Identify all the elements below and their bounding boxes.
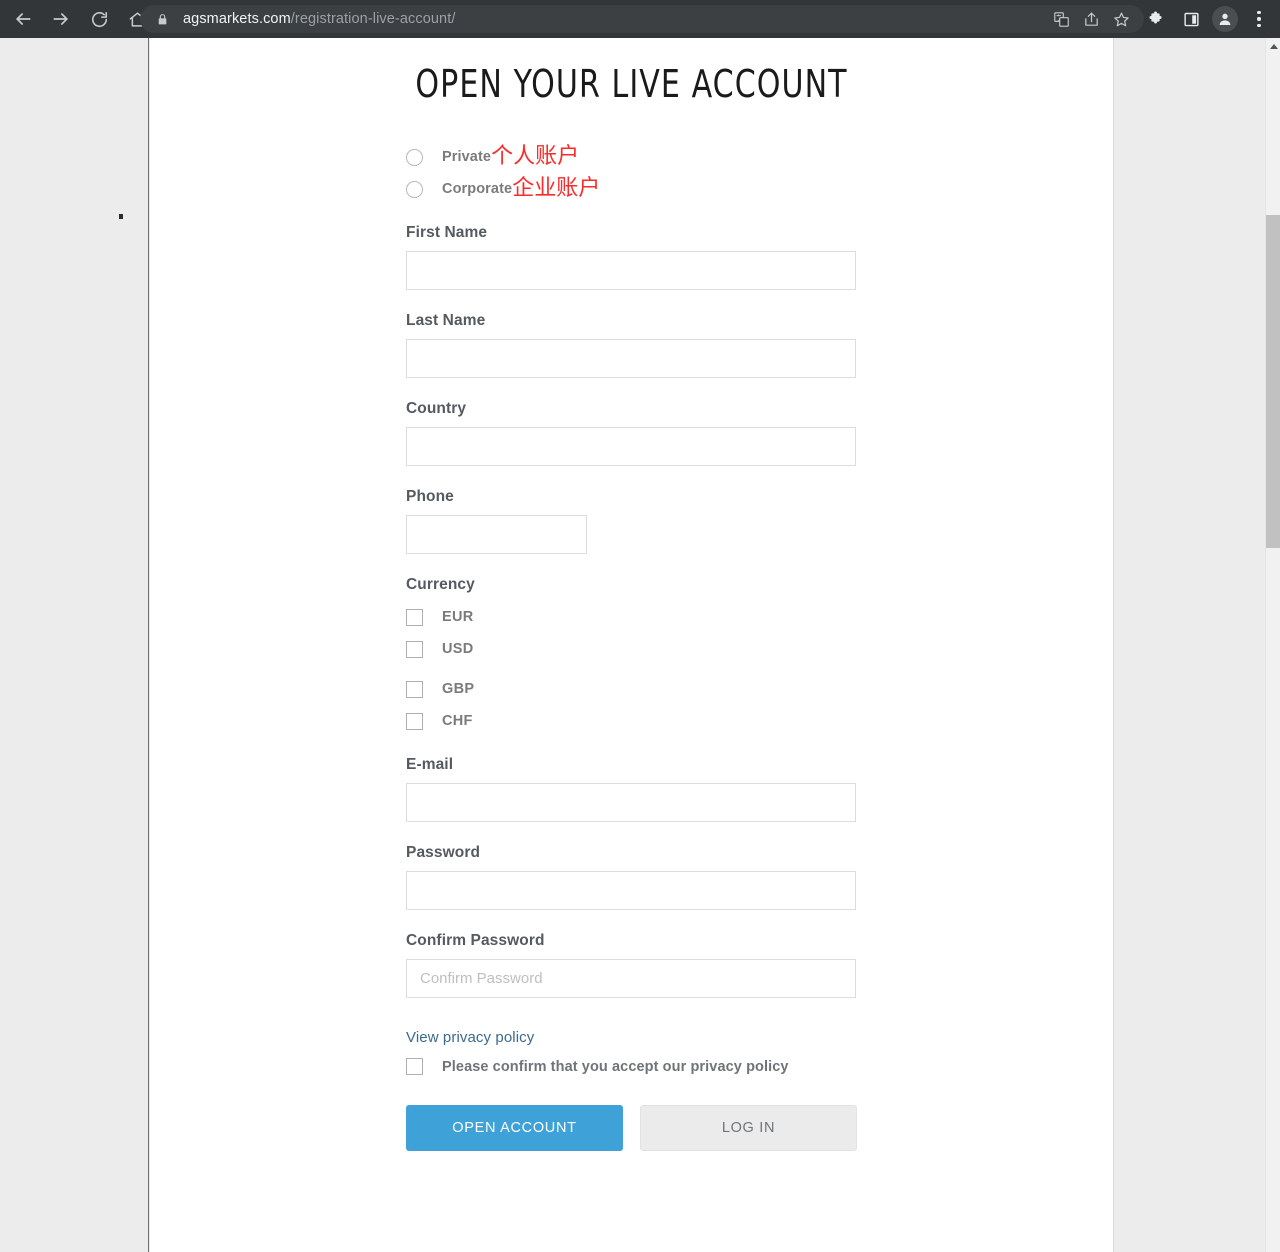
field-email: E-mail xyxy=(406,756,866,822)
radio-private-icon[interactable] xyxy=(406,148,423,166)
currency-option-chf[interactable]: CHF xyxy=(406,708,866,734)
page-body: OPEN YOUR LIVE ACCOUNT Private 个人账户 Corp… xyxy=(150,38,1114,1252)
stray-dot-artifact xyxy=(119,214,123,219)
privacy-consent-row[interactable]: Please confirm that you accept our priva… xyxy=(406,1058,866,1075)
three-dots-menu-icon[interactable] xyxy=(1242,0,1276,38)
account-type-option-private[interactable]: Private 个人账户 xyxy=(406,144,866,170)
label-last-name: Last Name xyxy=(406,312,486,329)
radio-corporate-icon[interactable] xyxy=(406,180,423,198)
registration-form: Private 个人账户 Corporate 企业账户 First Name L… xyxy=(406,144,866,1151)
country-input[interactable] xyxy=(406,427,856,466)
checkbox-privacy-icon[interactable] xyxy=(406,1058,423,1075)
field-password: Password xyxy=(406,844,866,910)
url-text: agsmarkets.com/registration-live-account… xyxy=(183,11,455,27)
vertical-scrollbar[interactable] xyxy=(1265,38,1280,1252)
privacy-consent-label: Please confirm that you accept our priva… xyxy=(442,1058,789,1075)
label-email: E-mail xyxy=(406,756,454,773)
field-last-name: Last Name xyxy=(406,312,866,378)
browser-toolbar: agsmarkets.com/registration-live-account… xyxy=(0,0,1280,38)
field-confirm-password: Confirm Password xyxy=(406,932,866,998)
page-title: OPEN YOUR LIVE ACCOUNT xyxy=(415,62,848,106)
currency-label-eur: EUR xyxy=(442,609,474,625)
checkbox-chf-icon[interactable] xyxy=(406,712,423,730)
toolbar-right-actions xyxy=(1140,0,1276,38)
email-input[interactable] xyxy=(406,783,856,822)
reload-icon[interactable] xyxy=(82,2,116,36)
account-type-option-corporate[interactable]: Corporate 企业账户 xyxy=(406,176,866,202)
scrollbar-thumb[interactable] xyxy=(1266,215,1280,548)
log-in-button[interactable]: LOG IN xyxy=(640,1105,857,1151)
currency-label-gbp: GBP xyxy=(442,681,475,697)
last-name-input[interactable] xyxy=(406,339,856,378)
phone-input[interactable] xyxy=(406,515,587,554)
confirm-password-input[interactable] xyxy=(406,959,856,998)
avatar xyxy=(1212,6,1238,32)
label-country: Country xyxy=(406,400,467,417)
profile-button[interactable] xyxy=(1208,0,1242,38)
field-country: Country xyxy=(406,400,866,466)
page-left-margin xyxy=(0,38,149,1252)
first-name-input[interactable] xyxy=(406,251,856,290)
account-type-label-private: Private xyxy=(442,149,492,165)
currency-option-usd[interactable]: USD xyxy=(406,636,866,662)
currency-option-eur[interactable]: EUR xyxy=(406,604,866,630)
currency-option-gbp[interactable]: GBP xyxy=(406,676,866,702)
forward-icon[interactable] xyxy=(44,2,78,36)
browser-viewport: OPEN YOUR LIVE ACCOUNT Private 个人账户 Corp… xyxy=(0,38,1280,1252)
checkbox-gbp-icon[interactable] xyxy=(406,680,423,698)
label-password: Password xyxy=(406,844,481,861)
password-input[interactable] xyxy=(406,871,856,910)
account-type-label-corporate: Corporate xyxy=(442,181,513,197)
side-panel-icon[interactable] xyxy=(1174,0,1208,38)
currency-label-chf: CHF xyxy=(442,713,473,729)
star-icon[interactable] xyxy=(1106,5,1136,33)
url-path: /registration-live-account/ xyxy=(290,11,456,27)
address-bar[interactable]: agsmarkets.com/registration-live-account… xyxy=(140,5,1144,33)
field-currency: Currency EUR USD GBP CHF xyxy=(406,576,866,734)
currency-label-usd: USD xyxy=(442,641,474,657)
omnibox-actions xyxy=(1046,5,1136,33)
scroll-up-arrow-icon[interactable] xyxy=(1266,38,1280,55)
back-icon[interactable] xyxy=(6,2,40,36)
checkbox-eur-icon[interactable] xyxy=(406,608,423,626)
label-phone: Phone xyxy=(406,488,454,505)
open-account-button[interactable]: OPEN ACCOUNT xyxy=(406,1105,623,1151)
privacy-policy-link[interactable]: View privacy policy xyxy=(406,1029,534,1046)
share-icon[interactable] xyxy=(1076,5,1106,33)
account-type-translation-private: 个人账户 xyxy=(491,144,580,169)
field-phone: Phone xyxy=(406,488,866,554)
label-first-name: First Name xyxy=(406,224,488,241)
label-currency: Currency xyxy=(406,576,475,593)
field-first-name: First Name xyxy=(406,224,866,290)
label-confirm-password: Confirm Password xyxy=(406,932,545,949)
lock-icon xyxy=(156,13,169,26)
puzzle-icon[interactable] xyxy=(1140,0,1174,38)
account-type-translation-corporate: 企业账户 xyxy=(512,176,601,201)
url-domain: agsmarkets.com xyxy=(183,11,291,27)
translate-icon[interactable] xyxy=(1046,5,1076,33)
form-actions: OPEN ACCOUNT LOG IN xyxy=(406,1105,866,1151)
checkbox-usd-icon[interactable] xyxy=(406,640,423,658)
